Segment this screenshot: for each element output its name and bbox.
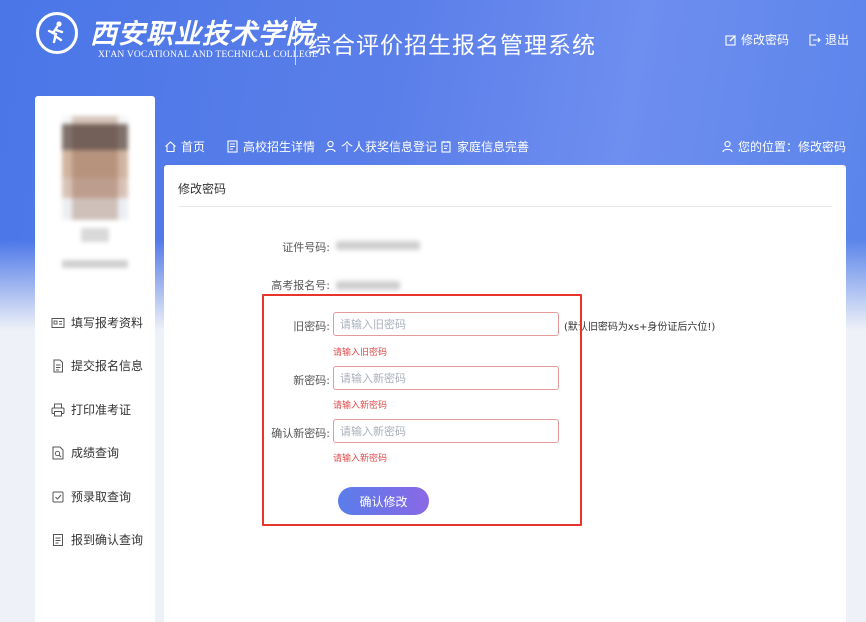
nav-item-label: 高校招生详情 [243,140,316,154]
sidebar-item-label: 预录取查询 [71,490,132,504]
top-bar: 西安职业技术学院 XI'AN VOCATIONAL AND TECHNICAL … [0,0,866,80]
user-id-blurred [62,260,128,268]
nav-item-college-details[interactable]: 高校招生详情 [226,138,315,155]
runner-emblem-icon [47,21,64,44]
change-password-label: 修改密码 [741,33,790,47]
old-password-hint: (默认旧密码为xs+身份证后六位!) [564,322,716,333]
doc-icon [227,140,238,153]
title-divider [178,206,832,207]
nav-item-home[interactable]: 首页 [164,138,205,155]
nav-item-label: 个人获奖信息登记 [341,140,438,154]
school-name-en: XI'AN VOCATIONAL AND TECHNICAL COLLEGE [98,50,318,60]
score-icon [52,446,64,459]
header-divider [295,17,296,65]
printer-icon [51,403,65,416]
confirm-password-input[interactable] [333,419,559,443]
school-logo-icon [36,12,78,54]
sidebar-item-label: 提交报名信息 [71,359,144,373]
logout-label: 退出 [825,33,850,47]
id-number-value-blurred [336,241,420,250]
sidebar-item-submit-info[interactable]: 提交报名信息 [51,357,143,374]
confirm-password-label: 确认新密码: [271,427,330,440]
edit-icon [725,34,736,46]
breadcrumb-text: 您的位置：修改密码 [737,140,846,154]
sidebar-item-admission-query[interactable]: 预录取查询 [51,488,131,505]
family-icon [441,141,451,153]
sidebar-item-print-ticket[interactable]: 打印准考证 [51,401,131,418]
id-card-icon [51,317,65,328]
change-password-link[interactable]: 修改密码 [725,31,789,48]
sidebar-item-score-query[interactable]: 成绩查询 [51,444,119,461]
logout-icon [809,33,821,46]
exam-number-value-blurred [336,281,400,290]
sidebar-item-label: 成绩查询 [71,446,120,460]
confirm-password-error: 请输入新密码 [333,454,388,464]
location-user-icon [722,140,733,153]
sidebar-item-label: 填写报考资料 [71,316,144,330]
nav-item-label: 家庭信息完善 [457,140,530,154]
nav-item-label: 首页 [181,140,206,154]
page-title: 修改密码 [178,182,227,196]
home-icon [165,141,176,153]
nav-item-family-info[interactable]: 家庭信息完善 [440,138,529,155]
admission-icon [52,491,64,502]
old-password-input[interactable] [333,312,559,336]
sidebar-item-fill-info[interactable]: 填写报考资料 [51,314,143,331]
school-name-cn: 西安职业技术学院 [90,19,314,50]
confirm-change-button[interactable]: 确认修改 [338,487,429,515]
system-title: 综合评价招生报名管理系统 [308,33,596,59]
breadcrumb: 您的位置：修改密码 [721,138,846,155]
main-content: 修改密码 证件号码: 高考报名号: 旧密码: (默认旧密码为xs+身份证后六位!… [164,165,846,622]
sidebar-item-label: 打印准考证 [71,403,132,417]
exam-number-label: 高考报名号: [271,279,330,292]
left-sidebar: 填写报考资料 提交报名信息 打印准考证 成绩查询 预录取查询 报到确认查询 [35,96,155,622]
document-icon [53,359,63,372]
avatar [62,116,128,220]
top-navigation: 首页 高校招生详情 个人获奖信息登记 家庭信息完善 您的位置：修改密码 [164,138,846,158]
user-icon [325,140,336,153]
nav-item-award-register[interactable]: 个人获奖信息登记 [324,138,437,155]
old-password-label: 旧密码: [293,320,330,333]
new-password-error: 请输入新密码 [333,401,388,411]
user-name-blurred [81,228,109,242]
sidebar-item-label: 报到确认查询 [71,533,144,547]
checkin-icon [53,533,63,546]
sidebar-item-checkin-query[interactable]: 报到确认查询 [51,531,143,548]
new-password-label: 新密码: [293,374,330,387]
old-password-error: 请输入旧密码 [333,348,388,358]
logout-link[interactable]: 退出 [809,31,849,48]
id-number-label: 证件号码: [282,241,330,254]
new-password-input[interactable] [333,366,559,390]
